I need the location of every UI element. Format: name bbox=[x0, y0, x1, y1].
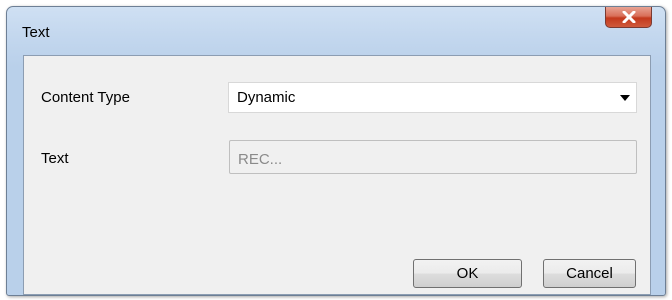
dialog-content: Content Type Dynamic Text OK Cancel bbox=[23, 55, 651, 295]
text-dialog: Text Content Type Dynamic Text OK Cancel bbox=[6, 6, 666, 296]
window-title: Text bbox=[22, 24, 50, 41]
content-type-select[interactable]: Dynamic bbox=[228, 82, 637, 113]
text-label: Text bbox=[41, 150, 69, 167]
title-bar[interactable]: Text bbox=[7, 7, 665, 55]
content-type-value: Dynamic bbox=[237, 89, 296, 106]
ok-button[interactable]: OK bbox=[413, 259, 522, 288]
cancel-button[interactable]: Cancel bbox=[543, 259, 636, 288]
content-type-label: Content Type bbox=[41, 89, 130, 106]
text-input[interactable] bbox=[229, 140, 637, 174]
close-x-icon bbox=[622, 11, 636, 23]
close-button[interactable] bbox=[605, 7, 652, 28]
dropdown-arrow-icon[interactable] bbox=[620, 95, 630, 101]
